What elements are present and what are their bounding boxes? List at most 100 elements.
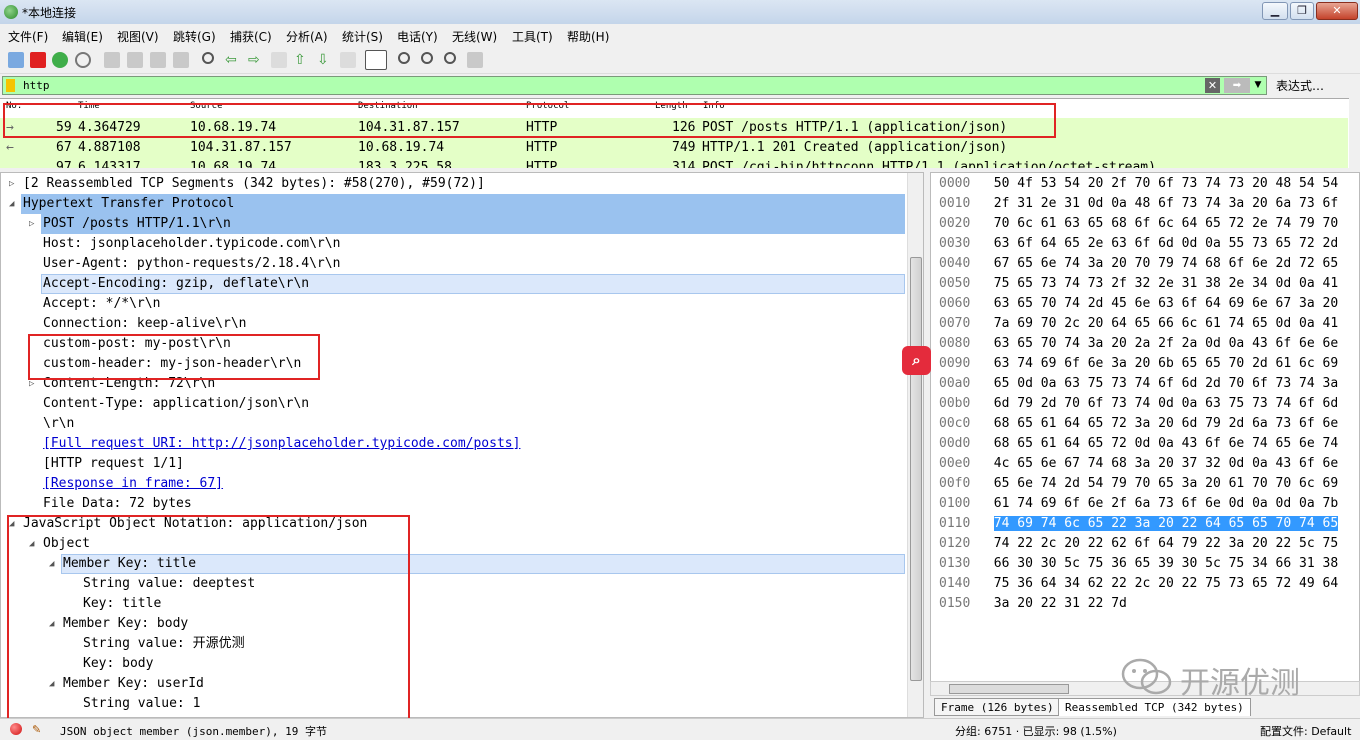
tree-item-host[interactable]: Host: jsonplaceholder.typicode.com\r\n	[43, 234, 340, 254]
maximize-button[interactable]: ❐	[1290, 2, 1314, 20]
hex-bytes[interactable]: 6d 79 2d 70 6f 73 74 0d 0a 63 75 73 74 6…	[994, 396, 1338, 411]
expression-button[interactable]: 表达式…	[1276, 77, 1324, 94]
collapse-arrow-icon[interactable]: ◢	[9, 514, 14, 534]
auto-scroll-icon[interactable]	[340, 52, 356, 68]
hex-bytes[interactable]: 63 74 69 6f 6e 3a 20 6b 65 65 70 2d 61 6…	[994, 356, 1338, 371]
normal-size-icon[interactable]	[444, 52, 456, 64]
hex-bytes[interactable]: 67 65 6e 74 3a 20 70 79 74 68 6f 6e 2d 7…	[994, 256, 1338, 271]
tree-item-content-length[interactable]: Content-Length: 72\r\n	[43, 374, 215, 394]
menu-statistics[interactable]: 统计(S)	[342, 28, 383, 45]
hex-bytes[interactable]: 66 30 30 5c 75 36 65 39 30 5c 75 34 66 3…	[994, 556, 1338, 571]
tree-item-custom-post[interactable]: custom-post: my-post\r\n	[43, 334, 231, 354]
tree-item-member-title[interactable]: Member Key: title	[63, 554, 196, 574]
zoom-in-icon[interactable]	[398, 52, 410, 64]
details-scrollbar-thumb[interactable]	[910, 257, 922, 681]
go-to-packet-icon[interactable]	[271, 52, 287, 68]
expert-info-icon[interactable]	[10, 723, 22, 735]
filter-history-dropdown-icon[interactable]: ▼	[1252, 78, 1264, 93]
resize-columns-icon[interactable]	[467, 52, 483, 68]
tree-item-content-type[interactable]: Content-Type: application/json\r\n	[43, 394, 309, 414]
hex-bytes[interactable]: 74 22 2c 20 22 62 6f 64 79 22 3a 20 22 5…	[994, 536, 1338, 551]
bytes-scrollbar-thumb[interactable]	[949, 684, 1069, 694]
search-icon[interactable]: ⌕	[902, 346, 931, 375]
tree-item-request-line[interactable]: POST /posts HTTP/1.1\r\n	[43, 214, 231, 234]
close-file-icon[interactable]	[150, 52, 166, 68]
hex-bytes[interactable]: 63 65 70 74 2d 45 6e 63 6f 64 69 6e 67 3…	[994, 296, 1338, 311]
menu-go[interactable]: 跳转(G)	[173, 28, 216, 45]
collapse-arrow-icon[interactable]: ◢	[29, 534, 34, 554]
hex-bytes[interactable]: 50 4f 53 54 20 2f 70 6f 73 74 73 20 48 5…	[994, 176, 1338, 191]
collapse-arrow-icon[interactable]: ◢	[49, 554, 54, 574]
hex-bytes[interactable]: 3a 20 22 31 22 7d	[994, 596, 1127, 611]
hex-bytes[interactable]: 7a 69 70 2c 20 64 65 66 6c 61 74 65 0d 0…	[994, 316, 1338, 331]
collapse-arrow-icon[interactable]: ◢	[49, 614, 54, 634]
column-header-time[interactable]: Time	[78, 101, 100, 111]
tree-item-user-agent[interactable]: User-Agent: python-requests/2.18.4\r\n	[43, 254, 340, 274]
capture-options-icon[interactable]	[75, 52, 91, 68]
menu-tools[interactable]: 工具(T)	[512, 28, 553, 45]
stop-capture-icon[interactable]	[30, 52, 46, 68]
packet-list-scrollbar[interactable]	[1349, 98, 1360, 168]
menu-file[interactable]: 文件(F)	[8, 28, 48, 45]
start-capture-icon[interactable]	[8, 52, 24, 68]
go-forward-icon[interactable]: ⇨	[248, 52, 264, 68]
menu-view[interactable]: 视图(V)	[117, 28, 159, 45]
open-file-icon[interactable]	[104, 52, 120, 68]
hex-bytes[interactable]: 65 6e 74 2d 54 79 70 65 3a 20 61 70 70 6…	[994, 476, 1338, 491]
tree-item-crlf[interactable]: \r\n	[43, 414, 74, 434]
tab-frame-bytes[interactable]: Frame (126 bytes)	[934, 698, 1061, 716]
apply-filter-icon[interactable]: ➡	[1224, 78, 1250, 93]
save-file-icon[interactable]	[127, 52, 143, 68]
expand-arrow-icon[interactable]: ▷	[29, 374, 34, 394]
find-packet-icon[interactable]	[202, 52, 214, 64]
menu-help[interactable]: 帮助(H)	[567, 28, 609, 45]
tree-item-member-body[interactable]: Member Key: body	[63, 614, 188, 634]
hex-bytes[interactable]: 70 6c 61 63 65 68 6f 6c 64 65 72 2e 74 7…	[994, 216, 1338, 231]
tree-item-key[interactable]: Key: title	[83, 594, 161, 614]
menu-telephony[interactable]: 电话(Y)	[397, 28, 438, 45]
tree-item-reassembled[interactable]: [2 Reassembled TCP Segments (342 bytes):…	[23, 174, 485, 194]
minimize-button[interactable]: ▁	[1262, 2, 1288, 20]
reload-file-icon[interactable]	[173, 52, 189, 68]
full-request-uri-link[interactable]: [Full request URI: http://jsonplaceholde…	[43, 434, 520, 454]
details-scrollbar[interactable]	[907, 173, 923, 717]
column-header-no[interactable]: No.	[6, 101, 22, 111]
tree-item-member-userid[interactable]: Member Key: userId	[63, 674, 204, 694]
column-header-length[interactable]: Length	[655, 101, 688, 111]
tree-item-string-value[interactable]: String value: 开源优测	[83, 634, 245, 654]
first-packet-icon[interactable]: ⇧	[294, 52, 310, 68]
display-filter-input[interactable]: http ✕ ➡ ▼	[2, 76, 1267, 95]
tree-item-custom-header[interactable]: custom-header: my-json-header\r\n	[43, 354, 301, 374]
clear-filter-icon[interactable]: ✕	[1205, 78, 1220, 93]
hex-bytes-selected[interactable]: 74 69 74 6c 65 22 3a 20 22 64 65 65 70 7…	[993, 516, 1339, 531]
expand-arrow-icon[interactable]: ▷	[29, 214, 34, 234]
hex-bytes[interactable]: 68 65 61 64 65 72 0d 0a 43 6f 6e 74 65 6…	[994, 436, 1338, 451]
tree-item-object[interactable]: Object	[43, 534, 90, 554]
collapse-arrow-icon[interactable]: ◢	[9, 194, 14, 214]
status-profile[interactable]: 配置文件: Default	[1260, 723, 1351, 739]
menu-analyze[interactable]: 分析(A)	[286, 28, 328, 45]
column-header-destination[interactable]: Destination	[358, 101, 418, 111]
hex-bytes[interactable]: 75 36 64 34 62 22 2c 20 22 75 73 65 72 4…	[994, 576, 1338, 591]
last-packet-icon[interactable]: ⇩	[317, 52, 333, 68]
hex-bytes[interactable]: 65 0d 0a 63 75 73 74 6f 6d 2d 70 6f 73 7…	[994, 376, 1338, 391]
tree-item-file-data[interactable]: File Data: 72 bytes	[43, 494, 192, 514]
tree-item-json[interactable]: JavaScript Object Notation: application/…	[23, 514, 367, 534]
column-header-protocol[interactable]: Protocol	[526, 101, 569, 111]
tree-item-http[interactable]: Hypertext Transfer Protocol	[23, 194, 234, 214]
bookmark-icon[interactable]	[6, 79, 15, 92]
hex-bytes[interactable]: 63 65 70 74 3a 20 2a 2f 2a 0d 0a 43 6f 6…	[994, 336, 1338, 351]
tree-item-string-value[interactable]: String value: 1	[83, 694, 200, 714]
edit-comment-icon[interactable]: ✎	[32, 723, 41, 736]
packet-row[interactable]: 97 6.143317 10.68.19.74 183.3.225.58 HTT…	[0, 158, 1348, 168]
packet-row[interactable]: ← 67 4.887108 104.31.87.157 10.68.19.74 …	[0, 138, 1348, 158]
tree-item-accept[interactable]: Accept: */*\r\n	[43, 294, 160, 314]
tree-item-http-request[interactable]: [HTTP request 1/1]	[43, 454, 184, 474]
hex-bytes[interactable]: 2f 31 2e 31 0d 0a 48 6f 73 74 3a 20 6a 7…	[994, 196, 1338, 211]
close-button[interactable]: ✕	[1316, 2, 1358, 20]
tree-item-accept-encoding[interactable]: Accept-Encoding: gzip, deflate\r\n	[43, 274, 309, 294]
hex-bytes[interactable]: 61 74 69 6f 6e 2f 6a 73 6f 6e 0d 0a 0d 0…	[994, 496, 1338, 511]
response-in-frame-link[interactable]: [Response in frame: 67]	[43, 474, 223, 494]
menu-capture[interactable]: 捕获(C)	[230, 28, 272, 45]
tree-item-connection[interactable]: Connection: keep-alive\r\n	[43, 314, 247, 334]
